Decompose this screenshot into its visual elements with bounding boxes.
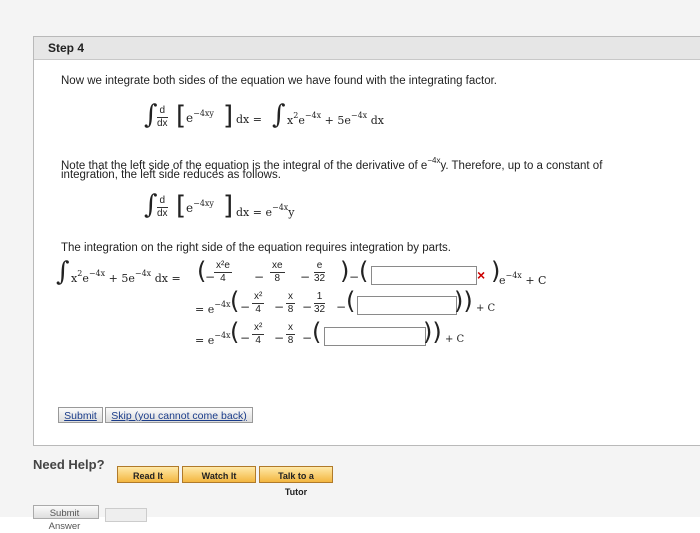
row3-minus-3: − <box>302 331 313 345</box>
integral-sign-2: ∫ <box>144 190 158 220</box>
partial-button[interactable] <box>105 508 147 522</box>
right-bracket-2: ] <box>223 191 234 221</box>
e-term-2: e−4xy <box>186 199 214 215</box>
step-title: Step 4 <box>48 41 85 55</box>
row3-equals-e: = e−4x <box>195 331 231 347</box>
left-bracket: [ <box>176 101 187 131</box>
row2-close-parens: )) <box>454 287 473 315</box>
submit-button[interactable]: Submit <box>58 407 103 423</box>
row2-minus-1: − <box>240 300 251 314</box>
frac-xe-8: xe 8 <box>270 260 285 284</box>
intro-text: Now we integrate both sides of the equat… <box>61 75 498 87</box>
row2-open-paren-2: ( <box>346 287 356 315</box>
row3-plus-c: + C <box>445 334 465 345</box>
row3-frac-x-8: x8 <box>286 322 295 346</box>
tail-e-c: e−4x + C <box>499 271 547 287</box>
answer-input-3[interactable] <box>324 327 426 346</box>
integral-sign-3: ∫ <box>56 257 70 287</box>
read-it-button[interactable]: Read It <box>117 466 179 483</box>
dx-equals: dx = <box>236 113 262 126</box>
row2-minus-2: − <box>274 300 285 314</box>
wrong-icon: × <box>477 267 486 283</box>
parts-text: The integration on the right side of the… <box>61 242 451 254</box>
right-bracket: ] <box>223 101 234 131</box>
row3-close-parens: )) <box>423 318 442 346</box>
watch-it-button[interactable]: Watch It <box>182 466 256 483</box>
frac-x2e-4: x²e 4 <box>214 260 232 284</box>
page: Step 4 Now we integrate both sides of th… <box>0 0 700 532</box>
row2-equals-e: = e−4x <box>195 300 231 316</box>
derivative-fraction: d dx <box>157 105 168 129</box>
row2-plus-c: + C <box>476 303 496 314</box>
row2-frac-x2-4: x² 4 <box>252 291 265 315</box>
parts-integrand: x2e−4x + 5e−4x dx = <box>71 269 181 285</box>
rhs-integrand: x2e−4x + 5e−4x dx <box>287 111 384 127</box>
dx-equals-2: dx = e−4xy <box>236 203 295 219</box>
row2-frac-1-32: 1 32 <box>314 291 326 315</box>
derivative-fraction-2: d dx <box>157 195 168 219</box>
left-bracket-2: [ <box>176 191 187 221</box>
frac-e-32: e 32 <box>314 260 326 284</box>
step-header: Step 4 <box>34 37 700 60</box>
close-paren-1: ) <box>340 257 350 285</box>
row2-open-paren: ( <box>230 287 240 315</box>
minus-sign-4: − <box>349 270 360 284</box>
row3-minus-1: − <box>240 331 251 345</box>
skip-button[interactable]: Skip (you cannot come back) <box>105 407 253 423</box>
answer-input-1[interactable] <box>371 266 477 285</box>
minus-sign-2: − <box>254 270 265 284</box>
note-line-2: integration, the left side reduces as fo… <box>61 169 281 181</box>
open-paren-2: ( <box>359 257 369 285</box>
row3-open-paren-2: ( <box>312 318 322 346</box>
row2-frac-x-8: x8 <box>286 291 295 315</box>
row3-open-paren: ( <box>230 318 240 346</box>
integral-sign-rhs: ∫ <box>272 100 286 130</box>
row3-frac-x2-4: x² 4 <box>252 322 265 346</box>
e-term: e−4xy <box>186 109 214 125</box>
row3-minus-2: − <box>274 331 285 345</box>
row2-minus-4: − <box>336 300 347 314</box>
step-panel: Step 4 Now we integrate both sides of th… <box>33 36 700 446</box>
row2-minus-3: − <box>302 300 313 314</box>
integral-sign: ∫ <box>144 100 158 130</box>
answer-input-2[interactable] <box>357 296 457 315</box>
talk-to-tutor-button[interactable]: Talk to a Tutor <box>259 466 333 497</box>
need-help-title: Need Help? <box>33 457 105 472</box>
minus-sign-3: − <box>300 270 311 284</box>
